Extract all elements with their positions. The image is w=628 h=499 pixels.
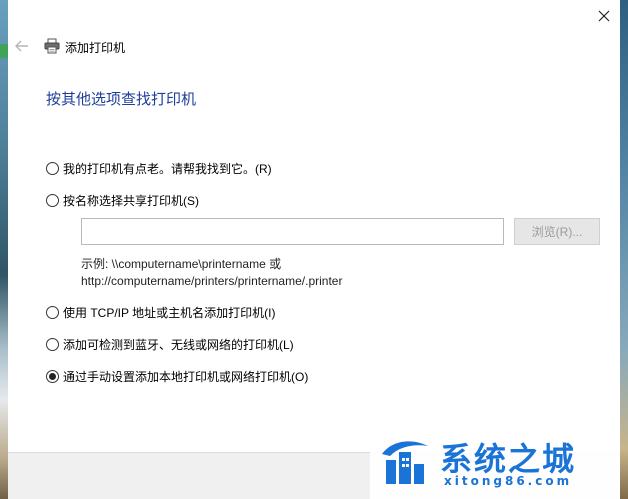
option-label: 按名称选择共享打印机(S) (63, 194, 199, 208)
radio-button[interactable] (46, 306, 59, 319)
window-title: 添加打印机 (65, 41, 126, 55)
shared-printer-name-input[interactable] (81, 218, 504, 245)
option-tcpip[interactable]: 使用 TCP/IP 地址或主机名添加打印机(I) (46, 304, 275, 321)
option-label: 添加可检测到蓝牙、无线或网络的打印机(L) (63, 338, 294, 352)
option-old-printer[interactable]: 我的打印机有点老。请帮我找到它。(R) (46, 160, 272, 177)
desktop-icon-fragment (0, 44, 8, 58)
city-logo-icon (382, 441, 428, 484)
close-button[interactable] (588, 4, 620, 28)
option-shared-printer-by-name[interactable]: 按名称选择共享打印机(S) (46, 192, 199, 209)
add-printer-dialog (8, 0, 620, 499)
option-label: 使用 TCP/IP 地址或主机名添加打印机(I) (63, 306, 276, 320)
close-icon (598, 10, 610, 22)
browse-button[interactable]: 浏览(R)... (514, 218, 600, 245)
option-bluetooth-wireless-network[interactable]: 添加可检测到蓝牙、无线或网络的打印机(L) (46, 336, 294, 353)
back-button[interactable] (14, 38, 30, 54)
example-line-2: http://computername/printers/printername… (81, 274, 343, 288)
option-manual-local-network[interactable]: 通过手动设置添加本地打印机或网络打印机(O) (46, 368, 308, 385)
radio-button[interactable] (46, 194, 59, 207)
back-arrow-icon (15, 40, 28, 52)
option-label: 我的打印机有点老。请帮我找到它。(R) (63, 162, 272, 176)
watermark-url: xitong86.com (444, 474, 573, 488)
radio-button[interactable] (46, 162, 59, 175)
page-heading: 按其他选项查找打印机 (46, 91, 197, 108)
desktop-background-left (0, 0, 8, 499)
radio-button-selected[interactable] (46, 370, 59, 383)
example-line-1: 示例: \\computername\printername 或 (81, 257, 282, 271)
option-label: 通过手动设置添加本地打印机或网络打印机(O) (63, 370, 309, 384)
desktop-background-right (620, 0, 628, 499)
printer-icon (44, 38, 60, 54)
example-hint: 示例: \\computername\printername 或 http://… (81, 256, 342, 290)
radio-button[interactable] (46, 338, 59, 351)
